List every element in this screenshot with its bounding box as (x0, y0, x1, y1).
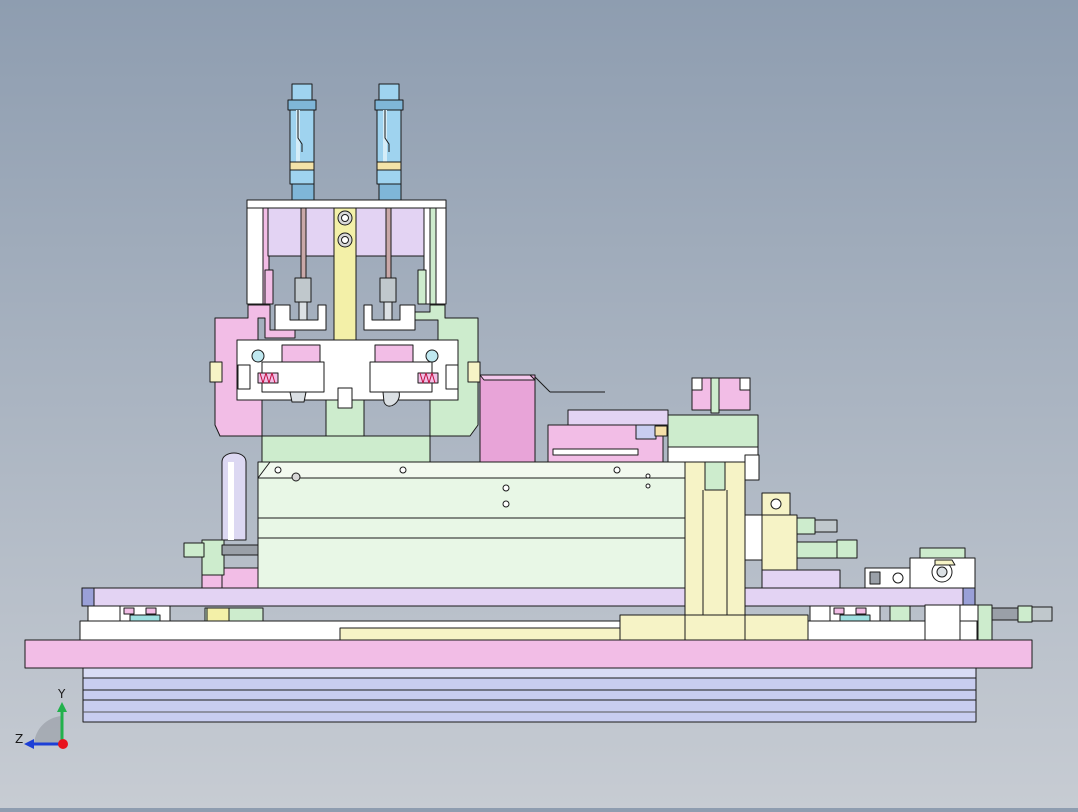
x-axis-dot (58, 739, 68, 749)
side-cylinder-rod-upper (796, 517, 816, 535)
guide-block-right (829, 605, 881, 622)
housing-top-bevel (257, 461, 686, 479)
triad-arc (34, 716, 62, 744)
machine-assembly-drawing: Y Z (15, 83, 1053, 749)
cad-viewport[interactable]: Y Z (0, 0, 1078, 808)
main-housing (257, 461, 686, 589)
side-plate-lavender (761, 569, 841, 589)
frame-left-pin (209, 361, 223, 383)
green-base-block (261, 435, 431, 463)
gripper-bolt-right (425, 349, 439, 363)
magenta-block (479, 374, 536, 463)
guide-block-mid (204, 607, 264, 622)
carriage-plate (81, 587, 968, 607)
z-axis-arrow (24, 739, 34, 749)
base-plate (24, 639, 1033, 669)
housing-left-support (219, 567, 259, 589)
side-cylinder-rod-lower (796, 541, 838, 559)
side-bracket-yellow (761, 514, 798, 571)
side-cylinder-left (183, 452, 259, 576)
y-axis-arrow (57, 702, 67, 712)
frame-right-pin (467, 361, 481, 383)
suction-tip-center (337, 387, 353, 409)
suction-cup-left (289, 391, 307, 403)
guide-block-left (119, 605, 171, 622)
post-head-green (667, 414, 759, 448)
housing-left-foot (201, 574, 223, 589)
carriage-plate-endcap-right (962, 587, 976, 607)
right-clamp (864, 547, 976, 589)
y-axis-label: Y (57, 687, 66, 701)
pink-cover-plate (567, 409, 669, 426)
cylinder-top-plate (246, 199, 447, 209)
suction-cup-right (382, 391, 400, 407)
axis-triad: Y Z (15, 687, 68, 749)
carriage-plate-endcap (81, 587, 95, 607)
wire-lead (534, 376, 551, 393)
gripper-bolt-left (251, 349, 265, 363)
base-rail (82, 667, 977, 723)
z-axis-label: Z (15, 732, 23, 746)
